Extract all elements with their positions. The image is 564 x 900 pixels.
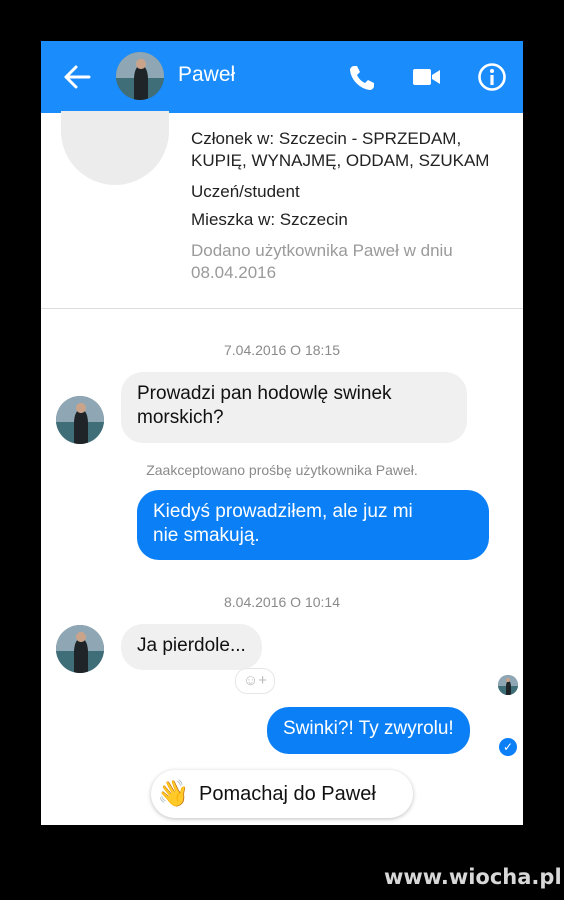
profile-added-line2: 08.04.2016 xyxy=(191,263,277,282)
video-camera-icon[interactable] xyxy=(413,67,441,87)
profile-added-line1: Dodano użytkownika Paweł w dniu xyxy=(191,241,453,260)
message-line: nie smakują. xyxy=(153,525,260,546)
watermark: www.wiocha.pl xyxy=(384,865,562,889)
profile-picture-placeholder xyxy=(61,111,169,185)
message-line: Kiedyś prowadziłem, ale juz mi xyxy=(153,501,413,522)
contact-avatar[interactable] xyxy=(116,52,164,100)
outgoing-message[interactable]: Kiedyś prowadziłem, ale juz mi nie smaku… xyxy=(137,490,489,560)
waving-hand-icon: 👋 xyxy=(157,778,190,808)
message-line: morskich? xyxy=(137,407,224,428)
outgoing-message[interactable]: Swinki?! Ty zwyrolu! xyxy=(267,707,470,754)
section-divider xyxy=(41,308,523,309)
contact-name[interactable]: Paweł xyxy=(178,63,235,87)
profile-member-line1: Członek w: Szczecin - SPRZEDAM, xyxy=(191,129,462,148)
seen-by-avatar xyxy=(498,675,518,695)
profile-occupation: Uczeń/student xyxy=(191,182,300,201)
wave-button[interactable]: 👋 Pomachaj do Paweł xyxy=(151,770,413,818)
add-reaction-button[interactable]: ☺+ xyxy=(235,668,275,694)
sender-avatar[interactable] xyxy=(56,625,104,673)
phone-icon[interactable] xyxy=(347,63,377,93)
timestamp: 7.04.2016 O 18:15 xyxy=(224,342,340,358)
messenger-screen: Paweł Członek w: Szczecin - SPRZEDAM, KU… xyxy=(41,41,523,825)
incoming-message[interactable]: Ja pierdole... xyxy=(121,624,262,670)
profile-member-line2: KUPIĘ, WYNAJMĘ, ODDAM, SZUKAM xyxy=(191,151,490,170)
system-notice: Zaakceptowano prośbę użytkownika Paweł. xyxy=(146,462,418,478)
timestamp: 8.04.2016 O 10:14 xyxy=(224,594,340,610)
info-icon[interactable] xyxy=(477,62,507,92)
incoming-message[interactable]: Prowadzi pan hodowlę swinek morskich? xyxy=(121,372,467,443)
sender-avatar[interactable] xyxy=(56,396,104,444)
seen-check-icon: ✓ xyxy=(499,738,517,756)
back-arrow-icon[interactable] xyxy=(63,64,91,90)
wave-button-label: Pomachaj do Paweł xyxy=(199,783,376,805)
message-line: Prowadzi pan hodowlę swinek xyxy=(137,383,392,404)
profile-location: Mieszka w: Szczecin xyxy=(191,210,348,229)
chat-header: Paweł xyxy=(41,41,523,113)
